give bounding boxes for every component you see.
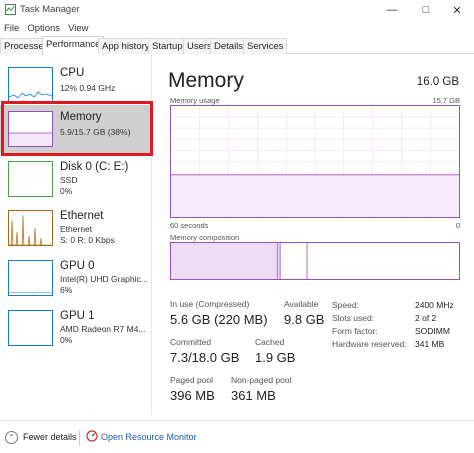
close-button[interactable]: ✕ — [440, 0, 474, 20]
window-title: Task Manager — [20, 4, 80, 15]
spec-form-factor-value: SODIMM — [415, 326, 450, 336]
sidebar-item-detail: AMD Radeon R7 M4... — [60, 324, 146, 334]
menu-options[interactable]: Options — [27, 23, 60, 34]
menu-file[interactable]: File — [4, 23, 19, 34]
spec-hardware-reserved-value: 341 MB — [415, 339, 445, 349]
in-use-label: In use (Compressed) — [170, 299, 250, 309]
menu-view[interactable]: View — [68, 23, 88, 34]
sidebar-item-value: 6% — [60, 285, 73, 295]
available-label: Available — [284, 299, 319, 309]
sidebar-item-value: S: 0 R: 0 Kbps — [60, 235, 115, 245]
resource-monitor-icon — [86, 430, 98, 442]
footer-bar: ⌃ Fewer details Open Resource Monitor — [0, 420, 474, 453]
committed-label: Committed — [170, 337, 212, 347]
sidebar-item-label: CPU — [60, 67, 85, 79]
tab-services[interactable]: Services — [243, 38, 288, 54]
sidebar-item-detail: SSD — [60, 175, 78, 185]
spec-speed-label: Speed: — [332, 300, 359, 310]
time-end-label: 0 — [455, 221, 460, 230]
cpu-thumbnail-graph — [8, 67, 53, 103]
memory-usage-graph — [170, 105, 460, 218]
tab-performance[interactable]: Performance — [42, 36, 105, 55]
sidebar-item-detail: 12% 0.94 GHz — [60, 83, 116, 93]
sidebar-item-label: Disk 0 (C: E:) — [60, 161, 129, 173]
spec-slots-label: Slots used: — [332, 313, 375, 323]
non-paged-pool-value: 361 MB — [231, 388, 276, 403]
tab-details[interactable]: Details — [210, 38, 248, 54]
non-paged-pool-label: Non-paged pool — [231, 375, 292, 385]
highlight-annotation-box — [1, 101, 153, 156]
task-manager-icon — [5, 4, 16, 15]
spec-slots-value: 2 of 2 — [415, 313, 437, 323]
paged-pool-label: Paged pool — [170, 375, 214, 385]
in-use-value: 5.6 GB (220 MB) — [170, 312, 268, 327]
sidebar-item-disk[interactable]: Disk 0 (C: E:) SSD 0% — [0, 155, 150, 203]
spec-hardware-reserved-label: Hardware reserved: — [332, 339, 407, 349]
paged-pool-value: 396 MB — [170, 388, 215, 403]
fewer-details-button[interactable]: Fewer details — [23, 432, 77, 442]
cached-value: 1.9 GB — [255, 350, 296, 365]
sidebar-item-label: GPU 0 — [60, 260, 95, 272]
sidebar-item-label: GPU 1 — [60, 310, 95, 322]
menu-bar: File Options View — [0, 20, 474, 37]
ethernet-thumbnail-graph — [8, 210, 53, 246]
sidebar-item-ethernet[interactable]: Ethernet Ethernet S: 0 R: 0 Kbps — [0, 204, 150, 252]
tab-app-history[interactable]: App history — [98, 38, 154, 54]
title-bar: Task Manager — □ ✕ — [0, 0, 474, 20]
disk-thumbnail-graph — [8, 161, 53, 197]
composition-label: Memory composition — [170, 233, 240, 242]
sidebar-item-gpu1[interactable]: GPU 1 AMD Radeon R7 M4... 0% — [0, 304, 150, 352]
time-span-label: 60 seconds — [170, 221, 209, 230]
gpu0-thumbnail-graph — [8, 260, 53, 296]
open-resource-monitor-link[interactable]: Open Resource Monitor — [101, 432, 197, 442]
spec-form-factor-label: Form factor: — [332, 326, 378, 336]
sidebar-item-detail: Ethernet — [60, 224, 93, 234]
page-title: Memory — [168, 69, 244, 92]
minimize-button[interactable]: — — [375, 0, 409, 20]
sidebar-item-value: 0% — [60, 335, 73, 345]
memory-detail-panel: Memory 16.0 GB Memory usage 15.7 GB 60 s… — [160, 55, 470, 415]
cached-label: Cached — [255, 337, 285, 347]
spec-speed-value: 2400 MHz — [415, 300, 454, 310]
gpu1-thumbnail-graph — [8, 310, 53, 346]
sidebar-item-value: 0% — [60, 186, 73, 196]
sidebar-item-detail: Intel(R) UHD Graphic... — [60, 274, 148, 284]
footer-divider — [79, 430, 80, 446]
sidebar-item-gpu0[interactable]: GPU 0 Intel(R) UHD Graphic... 6% — [0, 254, 150, 302]
memory-composition-bar — [170, 242, 460, 280]
available-value: 9.8 GB — [284, 312, 325, 327]
sidebar-item-label: Ethernet — [60, 210, 104, 222]
usage-graph-max: 15.7 GB — [432, 96, 460, 105]
tab-bar: Processes Performance App history Startu… — [0, 36, 474, 55]
memory-total: 16.0 GB — [416, 76, 459, 88]
chevron-up-icon[interactable]: ⌃ — [5, 431, 18, 444]
maximize-button[interactable]: □ — [409, 0, 443, 20]
tab-startup[interactable]: Startup — [148, 38, 187, 54]
committed-value: 7.3/18.0 GB — [170, 350, 240, 365]
usage-graph-label: Memory usage — [170, 96, 220, 105]
